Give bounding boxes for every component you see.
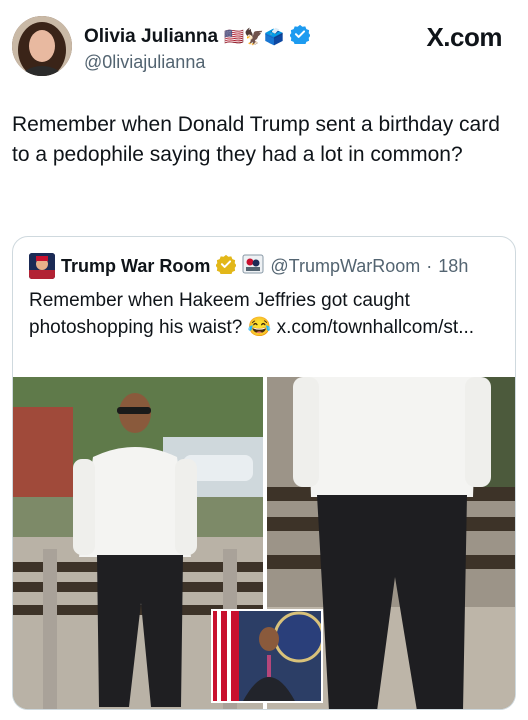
author-avatar[interactable] <box>12 16 72 76</box>
author-name-row: Olivia Julianna 🇺🇸🦅🗳️ <box>84 24 311 49</box>
post-text: Remember when Donald Trump sent a birthd… <box>12 113 500 166</box>
quoted-header: Trump War Room @TrumpWarRoom · 18h <box>29 253 468 279</box>
author-name[interactable]: Olivia Julianna <box>84 26 218 48</box>
quoted-author-handle[interactable]: @TrumpWarRoom <box>270 256 420 277</box>
post-header: Olivia Julianna 🇺🇸🦅🗳️ @0liviajulianna X.… <box>12 14 516 78</box>
quoted-time[interactable]: 18h <box>438 256 468 277</box>
quoted-media[interactable] <box>13 377 515 709</box>
site-label: X.com <box>426 22 502 52</box>
photo-inset-podium[interactable] <box>211 609 323 703</box>
verified-badge-icon[interactable] <box>289 24 311 49</box>
author-emojis: 🇺🇸🦅🗳️ <box>224 28 284 46</box>
verified-gold-badge-icon[interactable] <box>215 254 237 279</box>
affiliate-badge-icon[interactable] <box>242 254 264 279</box>
quoted-avatar[interactable] <box>29 253 55 279</box>
quoted-post[interactable]: Trump War Room @TrumpWarRoom · 18h Remem… <box>12 236 516 710</box>
quoted-text: Remember when Hakeem Jeffries got caught… <box>29 290 475 338</box>
quoted-author-name[interactable]: Trump War Room <box>61 256 210 277</box>
author-handle[interactable]: @0liviajulianna <box>84 52 205 73</box>
quoted-separator: · <box>426 255 433 276</box>
